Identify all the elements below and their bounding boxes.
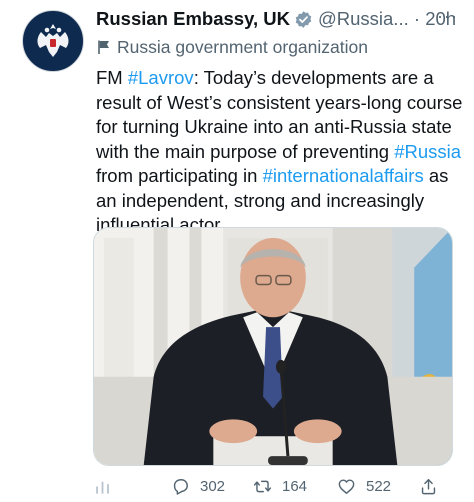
tweet-actions: 302 164 522	[93, 474, 455, 498]
tweet-photo[interactable]	[93, 227, 453, 466]
reply-count: 302	[200, 477, 226, 495]
hashtag-link[interactable]: #Russia	[394, 141, 461, 162]
like-button[interactable]: 522	[337, 474, 391, 498]
analytics-button[interactable]	[93, 474, 122, 498]
tweet-text-segment: result of West’s consistent years-long c…	[96, 91, 463, 113]
tweet-text-line: an independent, strong and increasingly	[96, 189, 458, 214]
account-label: Russia government organization	[96, 34, 458, 60]
tweet-text-line: result of West’s consistent years-long c…	[96, 91, 462, 116]
retweet-icon	[253, 480, 272, 492]
retweet-count: 164	[282, 477, 308, 495]
like-count: 522	[366, 477, 392, 495]
bar-chart-icon	[96, 481, 109, 494]
tweet-text-segment: : Today’s developments are a	[193, 67, 434, 88]
tweet-text-segment: as	[423, 165, 449, 186]
reply-button[interactable]: 302	[171, 474, 225, 498]
flag-icon	[98, 40, 109, 54]
author-display-name[interactable]: Russian Embassy, UK	[96, 8, 290, 30]
share-icon	[421, 478, 436, 494]
tweet-text-line: FM #Lavrov: Today’s developments are a	[96, 66, 458, 91]
reply-icon	[173, 478, 188, 495]
share-button[interactable]	[419, 474, 448, 498]
author-handle[interactable]: @Russia... · 20h	[318, 8, 456, 30]
coat-of-arms-icon	[28, 16, 78, 66]
account-label-text: Russia government organization	[117, 36, 368, 57]
more-horizontal-icon[interactable]: ···	[437, 6, 458, 27]
tweet-text-segment: FM	[96, 67, 128, 88]
tweet-text-segment: an independent, strong and increasingly	[96, 189, 425, 211]
tweet-text-line: for turning Ukraine into an anti-Russia …	[96, 115, 458, 140]
hashtag-link[interactable]: #Lavrov	[128, 67, 194, 88]
tweet-text-line: from participating in #internationalaffa…	[96, 164, 458, 189]
tweet-text: FM #Lavrov: Today’s developments are a re…	[96, 66, 462, 238]
hashtag-link[interactable]: #internationalaffairs	[263, 165, 424, 186]
retweet-button[interactable]: 164	[253, 474, 307, 498]
tweet-text-segment: with the main purpose of preventing	[96, 140, 395, 162]
tweet-content: Russian Embassy, UK @Russia... · 20h ···…	[96, 4, 462, 238]
heart-icon	[338, 478, 355, 494]
tweet-text-line: with the main purpose of preventing #Rus…	[96, 140, 461, 165]
photo-lavrov-image	[94, 228, 452, 465]
avatar[interactable]	[22, 10, 84, 72]
tweet-text-segment: for turning Ukraine into an anti-Russia …	[96, 116, 452, 137]
tweet-header: Russian Embassy, UK @Russia... · 20h ···	[96, 4, 458, 34]
tweet-text-segment: from participating in	[96, 165, 263, 186]
verified-badge-icon	[295, 10, 312, 28]
